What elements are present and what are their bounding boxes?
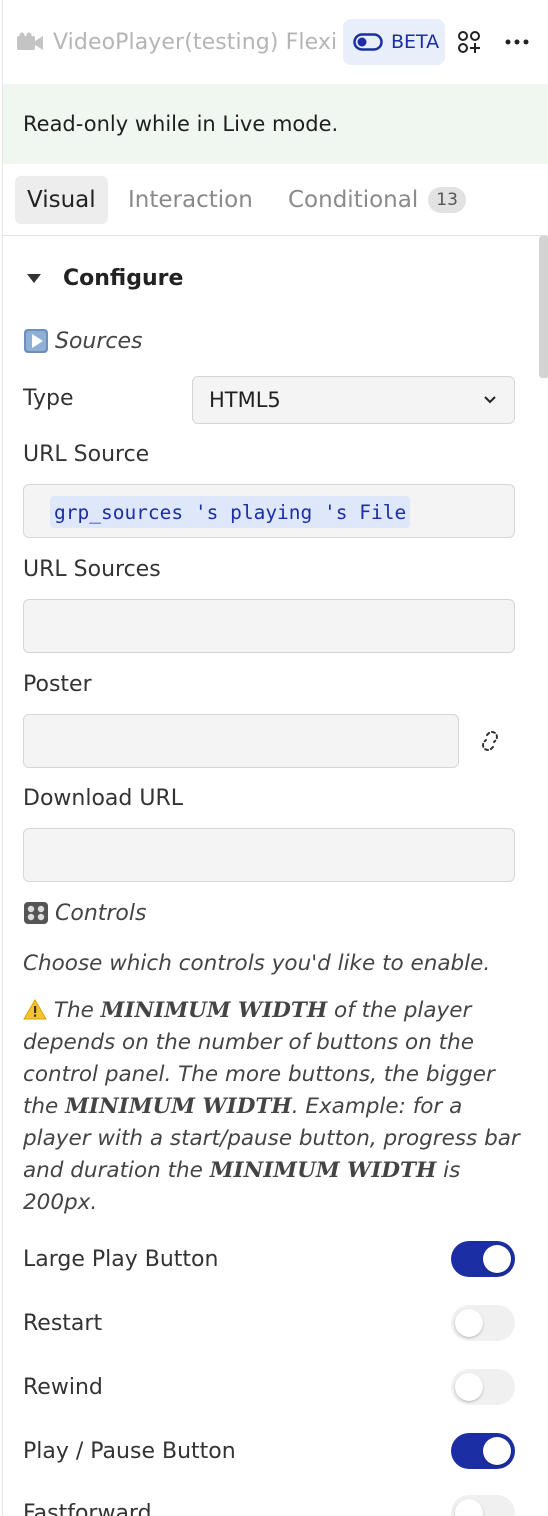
components-icon [458, 31, 480, 53]
scrollbar-thumb[interactable] [539, 236, 548, 378]
tab-visual[interactable]: Visual [15, 176, 108, 224]
type-select[interactable]: HTML5 [192, 376, 515, 424]
element-title[interactable]: VideoPlayer(testing) Flexi [53, 30, 343, 55]
controls-heading: Controls [23, 900, 146, 926]
caret-down-icon [27, 274, 41, 283]
warning-text-1: The [47, 998, 101, 1023]
warning-bold-1: MINIMUM WIDTH [100, 998, 328, 1023]
url-source-label: URL Source [23, 442, 150, 467]
url-sources-label: URL Sources [23, 557, 161, 582]
warning-bold-2: MINIMUM WIDTH [65, 1094, 292, 1119]
beta-label: BETA [391, 31, 440, 53]
poster-label: Poster [23, 672, 92, 697]
toggle-row-large-play: Large Play Button [23, 1239, 515, 1279]
toggle-row-restart: Restart [23, 1303, 515, 1343]
toggle-row-play-pause: Play / Pause Button [23, 1431, 515, 1471]
tab-bar: Visual Interaction Conditional 13 [3, 164, 548, 236]
section-title: Configure [63, 266, 184, 291]
warning-bold-3: MINIMUM WIDTH [209, 1158, 437, 1183]
chevron-down-icon [484, 396, 496, 404]
minimum-width-warning: The MINIMUM WIDTH of the player depends … [23, 995, 523, 1219]
download-url-field[interactable] [23, 828, 515, 882]
tab-interaction[interactable]: Interaction [128, 176, 253, 224]
control-knobs-icon [23, 900, 49, 926]
toggle-row-fastforward: Fastforward [23, 1493, 515, 1516]
tab-conditional-label: Conditional [288, 187, 419, 213]
play-button-icon [23, 328, 49, 354]
live-mode-banner: Read-only while in Live mode. [3, 84, 548, 164]
url-source-field[interactable]: grp_sources 's playing 's File [23, 484, 515, 538]
warning-icon [23, 999, 47, 1020]
rewind-label: Rewind [23, 1374, 103, 1400]
unlink-icon[interactable] [475, 726, 505, 756]
play-pause-toggle[interactable] [451, 1433, 515, 1469]
rewind-toggle[interactable] [451, 1369, 515, 1405]
configure-section-toggle[interactable]: Configure [27, 266, 183, 291]
fastforward-toggle[interactable] [451, 1495, 515, 1516]
large-play-toggle[interactable] [451, 1241, 515, 1277]
url-sources-field[interactable] [23, 599, 515, 653]
property-panel: VideoPlayer(testing) Flexi BETA Read-onl… [2, 0, 548, 1516]
tab-conditional[interactable]: Conditional 13 [288, 176, 466, 224]
toggle-icon [353, 33, 383, 51]
type-select-value: HTML5 [209, 388, 281, 412]
toggle-row-rewind: Rewind [23, 1367, 515, 1407]
dynamic-expression-pill[interactable]: grp_sources 's playing 's File [50, 496, 411, 528]
tab-interaction-label: Interaction [128, 187, 253, 213]
tab-visual-label: Visual [27, 187, 96, 213]
type-label: Type [23, 386, 74, 411]
sources-heading: Sources [23, 328, 143, 354]
video-camera-icon [15, 27, 45, 57]
controls-intro: Choose which controls you'd like to enab… [23, 951, 491, 976]
component-icon-button[interactable] [451, 24, 487, 60]
sources-heading-text: Sources [55, 328, 143, 354]
controls-heading-text: Controls [55, 900, 147, 926]
restart-toggle[interactable] [451, 1305, 515, 1341]
poster-field[interactable] [23, 714, 459, 768]
download-url-label: Download URL [23, 786, 183, 811]
large-play-label: Large Play Button [23, 1246, 219, 1272]
restart-label: Restart [23, 1310, 103, 1336]
more-options-button[interactable] [499, 24, 535, 60]
conditional-count-badge: 13 [428, 187, 466, 213]
play-pause-label: Play / Pause Button [23, 1438, 236, 1464]
fastforward-label: Fastforward [23, 1500, 152, 1516]
more-dots-icon [505, 39, 529, 45]
beta-toggle-button[interactable]: BETA [343, 19, 445, 65]
